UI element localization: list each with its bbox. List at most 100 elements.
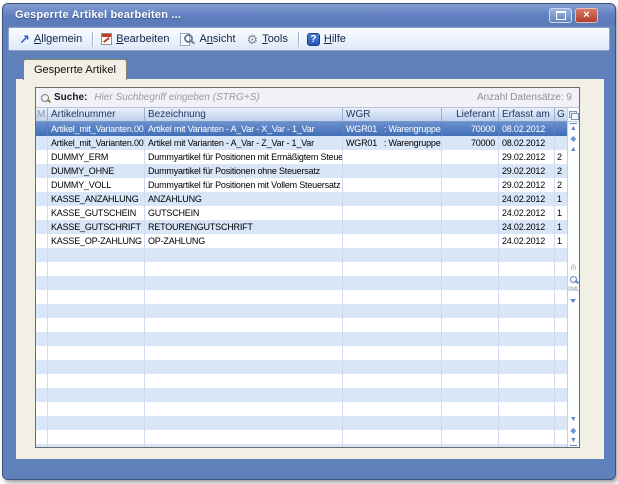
cell-bezeichnung <box>145 332 343 346</box>
menu-item-ansicht[interactable]: Ansicht <box>176 31 242 48</box>
table-filler-row <box>36 360 567 374</box>
column-header-lieferant[interactable]: Lieferant <box>442 108 499 122</box>
red-notepad-icon <box>101 33 112 45</box>
cell-m <box>36 318 48 332</box>
cell-erfasst-am: 24.02.2012 <box>499 220 555 234</box>
grid-navigator: ▲ ◆ ▲ (I) XML ▼ ◆ ▼ <box>567 108 579 447</box>
cell-g <box>555 416 567 430</box>
close-button[interactable]: × <box>575 8 598 23</box>
filter-button[interactable] <box>568 296 579 307</box>
cell-lieferant <box>442 318 499 332</box>
cell-wgr <box>343 164 442 178</box>
table-row[interactable]: KASSE_GUTSCHEINGUTSCHEIN24.02.20121 <box>36 206 567 220</box>
cell-erfasst-am <box>499 374 555 388</box>
page-down-button[interactable]: ◆ <box>568 425 579 436</box>
table-row[interactable]: DUMMY_VOLLDummyartikel für Positionen mi… <box>36 178 567 192</box>
table-filler-row <box>36 248 567 262</box>
cell-wgr <box>343 444 442 447</box>
table-filler-row <box>36 374 567 388</box>
row-indicator-button[interactable]: (I) <box>568 263 579 274</box>
table-filler-row <box>36 332 567 346</box>
column-chooser-button[interactable] <box>568 108 579 122</box>
cell-m <box>36 430 48 444</box>
page-up-button[interactable]: ◆ <box>568 133 579 144</box>
cell-wgr <box>343 318 442 332</box>
column-header-erfasst-am[interactable]: Erfasst am <box>499 108 555 122</box>
cell-bezeichnung <box>145 444 343 447</box>
cell-bezeichnung <box>145 318 343 332</box>
menu-item-bearbeiten[interactable]: Bearbeiten <box>97 31 176 47</box>
cell-erfasst-am <box>499 346 555 360</box>
cell-m <box>36 136 48 150</box>
table-row[interactable]: KASSE_ANZAHLUNGANZAHLUNG24.02.20121 <box>36 192 567 206</box>
column-header-g[interactable]: G <box>555 108 567 122</box>
cell-wgr <box>343 388 442 402</box>
table-row[interactable]: Artikel_mit_Varianten.001Artikel mit Var… <box>36 122 567 136</box>
menu-item-allgemein[interactable]: ↗ Allgemein <box>15 31 89 48</box>
column-header-wgr[interactable]: WGR <box>343 108 442 122</box>
app-window: Gesperrte Artikel bearbeiten ... × ↗ All… <box>2 3 616 480</box>
cell-m <box>36 332 48 346</box>
cell-wgr <box>343 220 442 234</box>
cell-wgr <box>343 416 442 430</box>
table-row[interactable]: DUMMY_ERMDummyartikel für Positionen mit… <box>36 150 567 164</box>
go-next-icon: ▼ <box>570 416 577 423</box>
go-prior-button[interactable]: ▲ <box>568 144 579 155</box>
search-label: Suche: <box>54 92 87 103</box>
cell-artikelnummer <box>48 276 145 290</box>
cell-g <box>555 332 567 346</box>
cell-m <box>36 178 48 192</box>
cell-erfasst-am: 29.02.2012 <box>499 178 555 192</box>
cell-lieferant <box>442 262 499 276</box>
table-row[interactable]: KASSE_OP-ZAHLUNGOP-ZAHLUNG24.02.20121 <box>36 234 567 248</box>
table-row[interactable]: Artikel_mit_Varianten.002Artikel mit Var… <box>36 136 567 150</box>
cell-artikelnummer <box>48 346 145 360</box>
close-x-icon: × <box>583 10 589 21</box>
cell-m <box>36 290 48 304</box>
cell-artikelnummer <box>48 304 145 318</box>
cell-wgr <box>343 430 442 444</box>
cell-lieferant <box>442 374 499 388</box>
toolbar: ↗ Allgemein Bearbeiten Ansicht ⚙ Tools ?… <box>8 27 610 51</box>
cell-lieferant <box>442 178 499 192</box>
cell-bezeichnung: ANZAHLUNG <box>145 192 343 206</box>
cell-lieferant <box>442 150 499 164</box>
cell-erfasst-am: 24.02.2012 <box>499 234 555 248</box>
data-grid: Suche: Anzahl Datensätze: 9 M Artikelnum… <box>35 87 580 448</box>
cell-g <box>555 262 567 276</box>
cell-lieferant: 70000 <box>442 136 499 150</box>
menu-item-tools[interactable]: ⚙ Tools <box>243 31 295 48</box>
titlebar[interactable]: Gesperrte Artikel bearbeiten ... × <box>3 4 615 25</box>
cell-lieferant <box>442 234 499 248</box>
go-next-button[interactable]: ▼ <box>568 414 579 425</box>
menu-label-tools: Tools <box>262 33 288 45</box>
cell-lieferant <box>442 164 499 178</box>
cell-artikelnummer: DUMMY_VOLL <box>48 178 145 192</box>
grid-search-button[interactable] <box>568 274 579 285</box>
restore-button[interactable] <box>549 8 572 23</box>
xml-button[interactable]: XML <box>568 285 579 296</box>
cell-wgr <box>343 248 442 262</box>
column-header-bezeichnung[interactable]: Bezeichnung <box>145 108 343 122</box>
cell-artikelnummer <box>48 388 145 402</box>
search-input[interactable] <box>92 91 472 104</box>
column-header-artikelnummer[interactable]: Artikelnummer <box>48 108 145 122</box>
cell-wgr <box>343 192 442 206</box>
cell-m <box>36 304 48 318</box>
go-last-button[interactable]: ▼ <box>568 436 579 447</box>
cell-artikelnummer <box>48 290 145 304</box>
go-last-icon: ▼ <box>570 437 577 446</box>
cell-g <box>555 290 567 304</box>
cell-lieferant <box>442 206 499 220</box>
cell-erfasst-am: 29.02.2012 <box>499 150 555 164</box>
menu-item-hilfe[interactable]: ? Hilfe <box>303 31 353 48</box>
tab-gesperrte-artikel[interactable]: Gesperrte Artikel <box>23 59 127 80</box>
column-header-m[interactable]: M <box>36 108 48 122</box>
table-row[interactable]: DUMMY_OHNEDummyartikel für Positionen oh… <box>36 164 567 178</box>
go-first-button[interactable]: ▲ <box>568 122 579 133</box>
cell-g <box>555 430 567 444</box>
cell-m <box>36 248 48 262</box>
table-row[interactable]: KASSE_GUTSCHRIFTRETOURENGUTSCHRIFT24.02.… <box>36 220 567 234</box>
cell-m <box>36 192 48 206</box>
cell-artikelnummer <box>48 416 145 430</box>
